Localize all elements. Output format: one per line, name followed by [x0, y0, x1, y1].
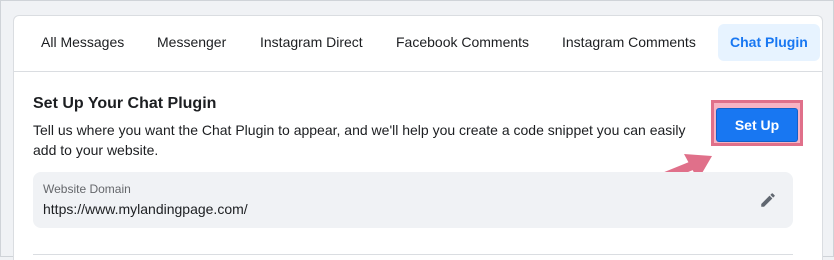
- tab-instagram-comments[interactable]: Instagram Comments: [550, 24, 708, 61]
- tab-bar: All Messages Messenger Instagram Direct …: [14, 16, 822, 72]
- tab-instagram-direct[interactable]: Instagram Direct: [248, 24, 375, 61]
- section-description: Tell us where you want the Chat Plugin t…: [33, 122, 686, 158]
- tab-all-messages[interactable]: All Messages: [29, 24, 136, 61]
- set-up-button[interactable]: Set Up: [717, 109, 797, 141]
- tab-chat-plugin[interactable]: Chat Plugin: [718, 24, 820, 61]
- tab-facebook-comments[interactable]: Facebook Comments: [384, 24, 541, 61]
- domain-label: Website Domain: [43, 182, 131, 196]
- section-title: Set Up Your Chat Plugin: [33, 95, 217, 112]
- website-domain-field[interactable]: Website Domain https://www.mylandingpage…: [33, 172, 793, 228]
- window-frame: All Messages Messenger Instagram Direct …: [0, 0, 834, 260]
- divider: [33, 254, 793, 255]
- inbox-card: All Messages Messenger Instagram Direct …: [13, 15, 823, 260]
- domain-value: https://www.mylandingpage.com/: [43, 201, 248, 217]
- pencil-icon[interactable]: [759, 191, 777, 209]
- tab-messenger[interactable]: Messenger: [145, 24, 238, 61]
